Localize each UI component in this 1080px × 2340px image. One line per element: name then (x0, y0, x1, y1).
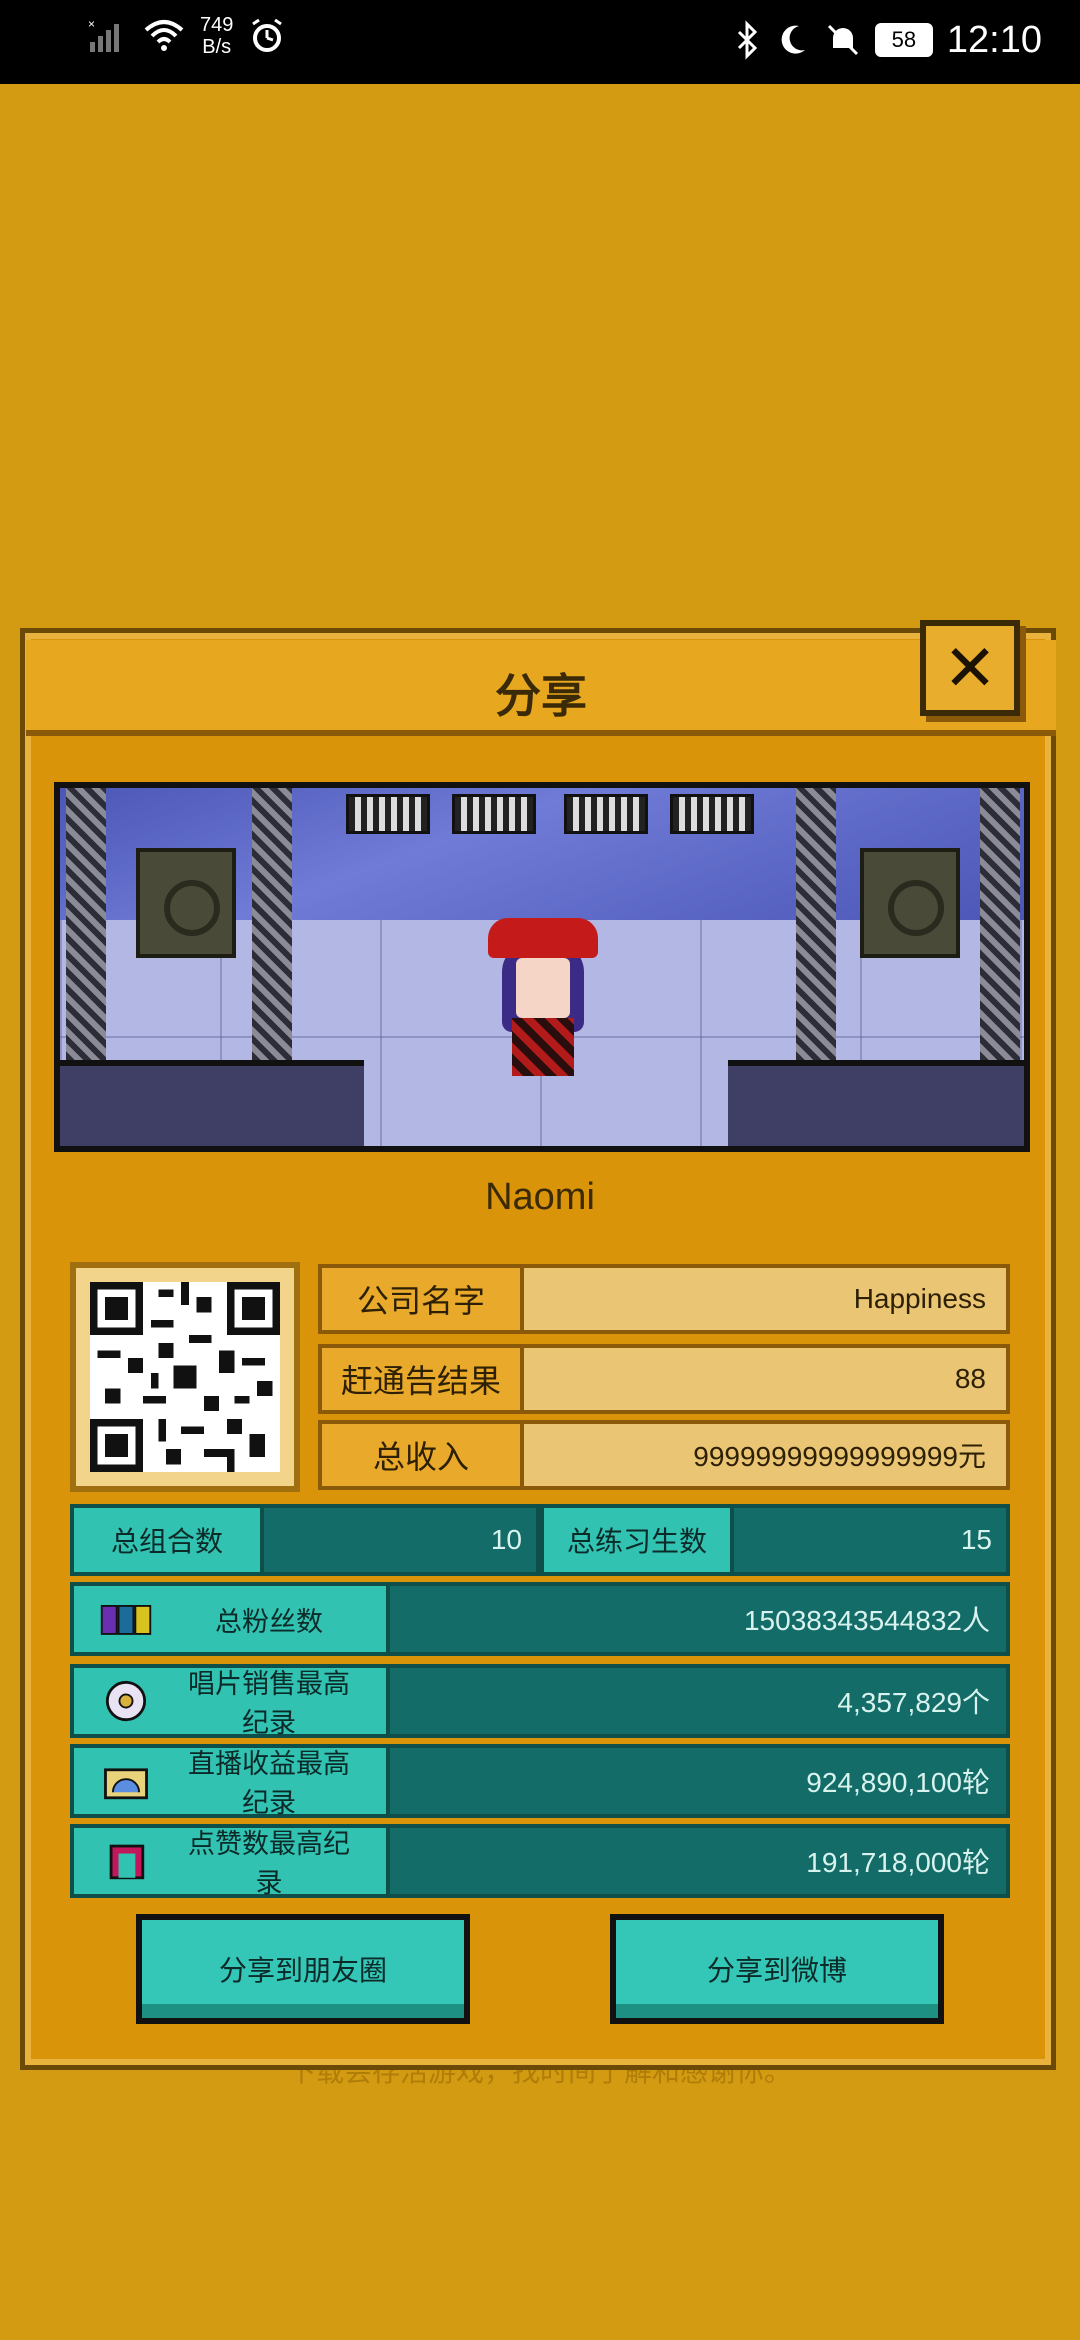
disc-icon (105, 1680, 147, 1722)
stat-label: 总粉丝数 (215, 1606, 323, 1637)
dialog-title: 分享 (495, 670, 587, 722)
stage-scene (54, 782, 1030, 1152)
status-bar: × 749 B/s 58 12:10 (0, 0, 1080, 84)
info-label: 公司名字 (318, 1264, 524, 1334)
info-row-schedule: 赶通告结果 88 (318, 1344, 1010, 1414)
stat-label-cell: 点赞数最高纪录 (70, 1824, 390, 1898)
character-bow (488, 918, 598, 958)
stage-platform-left (60, 1060, 364, 1146)
player-name: Naomi (485, 1176, 595, 1218)
like-icon (109, 1844, 145, 1880)
count-label: 总练习生数 (540, 1504, 734, 1576)
count-value: 15 (734, 1504, 1010, 1576)
idol-character (488, 918, 598, 1088)
speaker-right (860, 848, 960, 958)
character-face (516, 958, 570, 1018)
share-weibo-button[interactable]: 分享到微博 (610, 1914, 944, 2024)
status-right: 58 12:10 (733, 14, 1042, 66)
moon-icon (781, 25, 805, 54)
battery-indicator: 58 (874, 23, 933, 57)
svg-text:×: × (88, 17, 95, 31)
character-dress (512, 1018, 574, 1076)
stat-label-cell: 唱片销售最高纪录 (70, 1664, 390, 1738)
status-left: × 749 B/s (88, 14, 287, 58)
share-moments-button[interactable]: 分享到朋友圈 (136, 1914, 470, 2024)
stat-value: 4,357,829个 (390, 1664, 1010, 1738)
mute-bell-icon (827, 24, 858, 56)
info-value: Happiness (524, 1264, 1010, 1334)
count-value: 10 (264, 1504, 540, 1576)
close-icon: ✕ (943, 631, 997, 704)
wifi-icon (144, 20, 184, 51)
stat-value: 924,890,100轮 (390, 1744, 1010, 1818)
stage-truss-right-inner (796, 788, 836, 1068)
qr-code-icon (90, 1282, 280, 1472)
info-label: 赶通告结果 (318, 1344, 524, 1414)
dialog-titlebar: 分享 (26, 640, 1056, 736)
stat-label: 点赞数最高纪录 (188, 1829, 350, 1898)
stage-platform-right (728, 1060, 1024, 1146)
live-icon (104, 1768, 148, 1800)
light-panel (452, 794, 536, 834)
close-button[interactable]: ✕ (920, 620, 1020, 716)
signal-icon: × (88, 17, 119, 52)
qr-code (70, 1262, 300, 1492)
speaker-left (136, 848, 236, 958)
stat-value: 191,718,000轮 (390, 1824, 1010, 1898)
light-panel (564, 794, 648, 834)
stat-label: 直播收益最高纪录 (188, 1749, 350, 1818)
fans-icon (100, 1605, 152, 1635)
stat-row-likes: 点赞数最高纪录 191,718,000轮 (70, 1824, 1010, 1898)
alarm-icon (252, 18, 283, 52)
stat-row-live: 直播收益最高纪录 924,890,100轮 (70, 1744, 1010, 1818)
stat-row-disc: 唱片销售最高纪录 4,357,829个 (70, 1664, 1010, 1738)
info-value: 99999999999999999元 (524, 1420, 1010, 1490)
stat-label-cell: 直播收益最高纪录 (70, 1744, 390, 1818)
stat-row-fans: 总粉丝数 15038343544832人 (70, 1582, 1010, 1656)
light-panel (346, 794, 430, 834)
count-label: 总组合数 (70, 1504, 264, 1576)
speed-value: 749 (200, 14, 234, 36)
light-panel (670, 794, 754, 834)
stat-label-cell: 总粉丝数 (70, 1582, 390, 1656)
stage-truss-left (66, 788, 106, 1068)
speed-unit: B/s (202, 36, 232, 58)
info-row-company: 公司名字 Happiness (318, 1264, 1010, 1334)
info-value: 88 (524, 1344, 1010, 1414)
stat-value: 15038343544832人 (390, 1582, 1010, 1656)
info-row-income: 总收入 99999999999999999元 (318, 1420, 1010, 1490)
stage-truss-left-inner (252, 788, 292, 1068)
clock: 12:10 (946, 19, 1042, 61)
counts-row: 总组合数 10 总练习生数 15 (70, 1504, 1010, 1576)
info-label: 总收入 (318, 1420, 524, 1490)
stat-label: 唱片销售最高纪录 (188, 1669, 350, 1738)
network-speed: 749 B/s (200, 14, 233, 58)
stage-truss-right (980, 788, 1020, 1068)
bluetooth-icon (737, 20, 758, 60)
